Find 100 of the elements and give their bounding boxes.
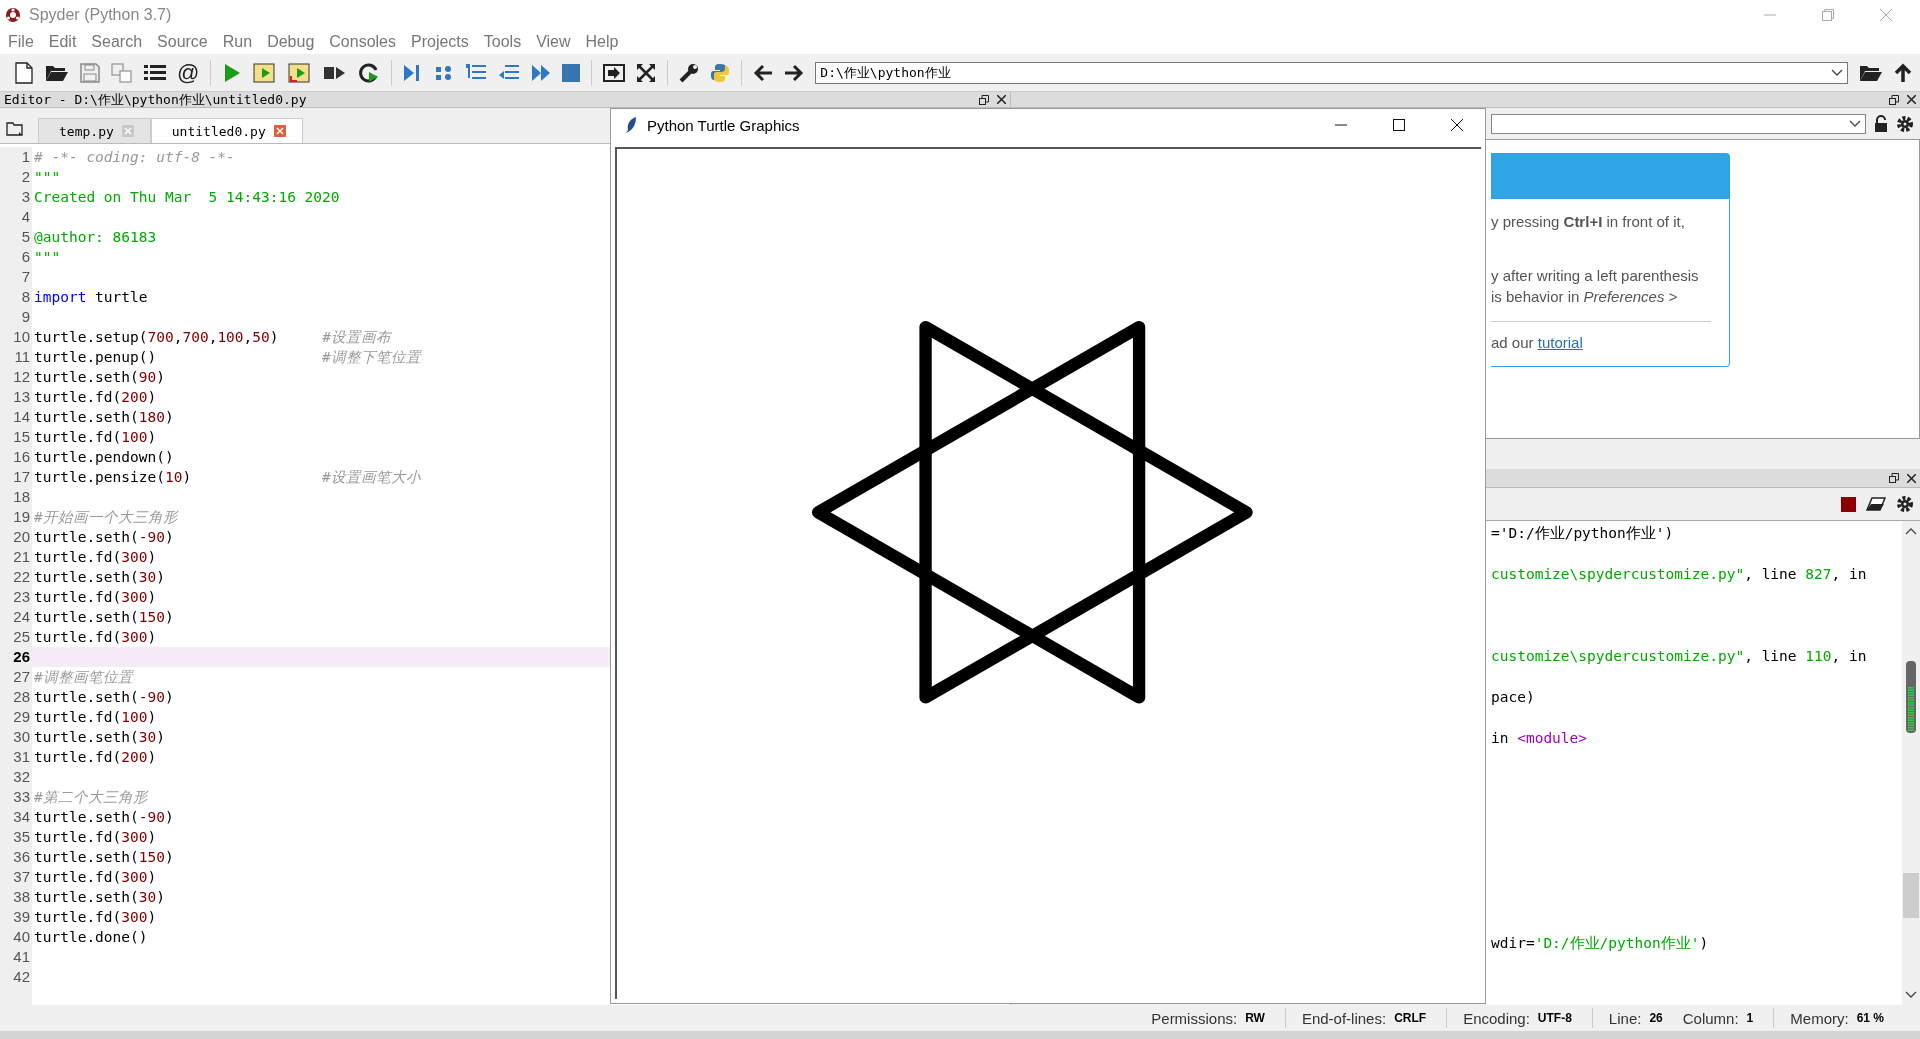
window-title: Python Turtle Graphics bbox=[647, 116, 800, 134]
settings-icon[interactable] bbox=[1896, 114, 1914, 133]
forward-arrow-icon[interactable] bbox=[784, 63, 805, 82]
path-field[interactable]: D:\作业\python作业 bbox=[815, 61, 1848, 84]
console-line: pace) bbox=[1491, 688, 1536, 707]
code-line: turtle.seth(-90) bbox=[34, 529, 174, 545]
browse-tabs-icon[interactable] bbox=[6, 121, 24, 137]
line-number: 11 bbox=[13, 347, 31, 367]
code-line: # -*- coding: utf-8 -*- bbox=[34, 149, 235, 165]
undock-icon[interactable] bbox=[979, 94, 989, 105]
menu-item[interactable]: Debug bbox=[267, 33, 315, 51]
close-icon[interactable] bbox=[997, 95, 1006, 104]
wrench-icon[interactable] bbox=[679, 62, 700, 83]
file-tab[interactable]: temp.py bbox=[38, 118, 151, 143]
continue-icon[interactable] bbox=[531, 62, 552, 83]
code-line: turtle.fd(300) bbox=[34, 909, 157, 925]
window-title: Spyder (Python 3.7) bbox=[29, 6, 172, 24]
code-line: turtle.fd(300) bbox=[34, 589, 157, 605]
code-line: turtle.fd(100) bbox=[34, 429, 157, 445]
settings-icon[interactable] bbox=[1896, 495, 1914, 513]
at-button[interactable]: @ bbox=[177, 59, 200, 86]
status-value: UTF-8 bbox=[1537, 1011, 1572, 1025]
menu-item[interactable]: Edit bbox=[48, 33, 77, 51]
maximize-pane-icon[interactable] bbox=[603, 62, 626, 83]
stop-icon[interactable] bbox=[562, 63, 581, 82]
console-line: customize\spydercustomize.py", line 110, in bbox=[1491, 647, 1868, 666]
scroll-up-icon[interactable] bbox=[1905, 527, 1917, 535]
code-line: turtle.fd(300) bbox=[34, 869, 157, 885]
menu-item[interactable]: Consoles bbox=[329, 33, 396, 51]
scrollbar-thumb[interactable] bbox=[1903, 873, 1919, 918]
line-number: 34 bbox=[12, 807, 31, 827]
line-number: 12 bbox=[12, 367, 31, 387]
console-line: in <module> bbox=[1491, 729, 1589, 748]
line-number: 35 bbox=[12, 827, 31, 847]
code-line: turtle.seth(90) bbox=[34, 369, 165, 385]
line-number: 30 bbox=[12, 727, 31, 747]
lock-icon[interactable] bbox=[1874, 114, 1888, 133]
line-number: 7 bbox=[20, 267, 31, 287]
status-label: Column: bbox=[1682, 1009, 1739, 1027]
list-icon[interactable] bbox=[144, 63, 166, 82]
close-icon[interactable] bbox=[1907, 473, 1916, 483]
help-source-field[interactable] bbox=[1491, 113, 1866, 134]
menu-item[interactable]: Projects bbox=[411, 33, 469, 51]
file-tab[interactable]: untitled0.py bbox=[150, 118, 303, 143]
code-line: turtle.pensize(10) #设置画笔大小 bbox=[34, 469, 421, 485]
code-line: turtle.seth(30) bbox=[34, 569, 165, 585]
menu-item[interactable]: Tools bbox=[483, 33, 522, 51]
line-number: 21 bbox=[12, 547, 31, 567]
console-line: ='D:/作业/python作业') bbox=[1491, 524, 1675, 543]
line-number: 25 bbox=[12, 627, 31, 647]
maximize-icon[interactable] bbox=[1393, 119, 1405, 131]
new-file-icon[interactable] bbox=[14, 61, 34, 84]
line-number: 33 bbox=[12, 787, 31, 807]
save-icon[interactable] bbox=[80, 62, 100, 83]
python-logo-icon[interactable] bbox=[710, 62, 731, 83]
fullscreen-icon[interactable] bbox=[636, 62, 657, 83]
line-number: 10 bbox=[12, 327, 31, 347]
close-icon[interactable] bbox=[1907, 95, 1916, 104]
menu-item[interactable]: Help bbox=[585, 33, 619, 51]
run-cell-icon[interactable] bbox=[253, 61, 278, 84]
menu-item[interactable]: Run bbox=[222, 33, 253, 51]
code-line: turtle.fd(300) bbox=[34, 829, 157, 845]
line-number: 20 bbox=[12, 527, 31, 547]
line-number: 9 bbox=[20, 307, 31, 327]
code-line: turtle.done() bbox=[34, 929, 148, 945]
up-arrow-icon[interactable] bbox=[1894, 62, 1912, 83]
line-number: 22 bbox=[12, 567, 31, 587]
code-line: turtle.seth(150) bbox=[34, 849, 174, 865]
menu-item[interactable]: File bbox=[8, 33, 34, 51]
code-line: turtle.seth(30) bbox=[34, 889, 165, 905]
status-value: 1 bbox=[1746, 1011, 1754, 1025]
code-line: turtle.seth(-90) bbox=[34, 689, 174, 705]
line-number: 1 bbox=[20, 147, 31, 167]
code-line: turtle.setup(700,700,100,50) #设置画布 bbox=[34, 329, 391, 345]
run-cell-advance-icon[interactable] bbox=[288, 61, 313, 84]
undock-icon[interactable] bbox=[1889, 473, 1899, 483]
code-line: turtle.fd(200) bbox=[34, 389, 157, 405]
scroll-down-icon[interactable] bbox=[1905, 991, 1917, 999]
status-label: Permissions: bbox=[1151, 1009, 1238, 1027]
dropdown-caret-icon[interactable] bbox=[1831, 68, 1843, 77]
menu-item[interactable]: Source bbox=[157, 33, 208, 51]
menu-item[interactable]: Search bbox=[91, 33, 143, 51]
scrollbar[interactable] bbox=[1902, 521, 1920, 1005]
dropdown-caret-icon[interactable] bbox=[1849, 119, 1861, 128]
line-number: 42 bbox=[12, 967, 31, 987]
back-arrow-icon[interactable] bbox=[753, 63, 774, 82]
line-number: 8 bbox=[20, 287, 31, 307]
code-line: Created on Thu Mar 5 14:43:16 2020 bbox=[34, 189, 340, 205]
undock-icon[interactable] bbox=[1889, 94, 1899, 105]
tutorial-link[interactable]: tutorial bbox=[1537, 334, 1583, 351]
stop-icon[interactable] bbox=[1841, 496, 1856, 512]
line-number: 37 bbox=[12, 867, 31, 887]
line-number: 40 bbox=[12, 927, 31, 947]
code-line: turtle.seth(150) bbox=[34, 609, 174, 625]
menu-item[interactable]: View bbox=[536, 33, 571, 51]
line-number: 27 bbox=[12, 667, 31, 687]
eraser-icon[interactable] bbox=[1866, 497, 1886, 511]
console-line: wdir='D:/作业/python作业') bbox=[1491, 934, 1710, 953]
close-tab-icon[interactable] bbox=[273, 125, 286, 137]
close-icon[interactable] bbox=[1451, 119, 1463, 131]
